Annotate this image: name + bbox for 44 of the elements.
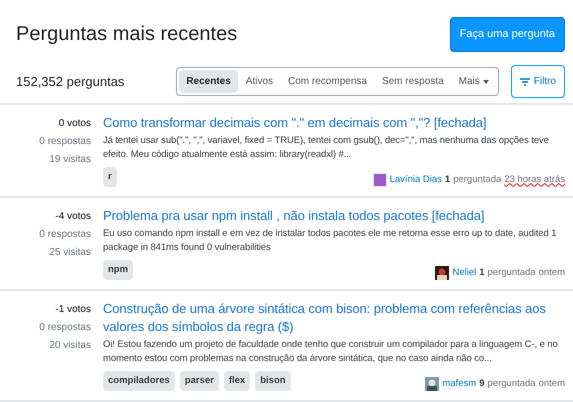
question-excerpt: Já tentei usar sub(".", ",", variavel, fixed = TRUE), tentei com gsub(), dec=",", mas nenhuma das opções teve efeito. Meu código atualmente está assim: library(readxl) #...: [103, 134, 550, 162]
reputation: 9: [479, 377, 485, 391]
timestamp[interactable]: ontem: [538, 377, 565, 392]
tag[interactable]: parser: [180, 371, 219, 392]
answer-count: 0 respostas: [39, 134, 91, 148]
answer-count: 0 respostas: [39, 321, 91, 335]
tag[interactable]: npm: [103, 260, 134, 280]
question-excerpt: Eu uso comando npm install e em vez de instalar todos pacotes ele me retorna esse erro up to date, audited 1 package in 841ms found 0 vulnerabilities: [103, 226, 558, 255]
reputation: 1: [444, 172, 450, 186]
vote-count: -1 votos: [55, 303, 91, 317]
filter-icon: [520, 78, 530, 86]
reputation: 1: [479, 266, 485, 280]
timestamp[interactable]: ontem: [538, 266, 565, 280]
tag[interactable]: r: [103, 166, 117, 187]
sort-tab[interactable]: Ativos: [238, 70, 280, 93]
user-name[interactable]: Lavínia Dias: [390, 172, 442, 187]
question-title[interactable]: Problema pra usar npm install , não instala todos pacotes [fechada]: [103, 206, 565, 225]
question-excerpt: Oi! Estou fazendo um projeto de faculdade onde tenho que construir um compilador para a linguagem C-, e no momento estou com problemas na construção da árvore sintática, que no caso ainda não co...: [103, 338, 559, 366]
caret-icon: [482, 80, 489, 84]
tag[interactable]: bison: [255, 371, 291, 392]
vote-count: -4 votos: [55, 210, 91, 224]
avatar-icon[interactable]: [372, 172, 387, 187]
answer-count: 0 respostas: [39, 228, 91, 242]
view-count: 19 visitas: [49, 152, 91, 166]
sort-tab[interactable]: Recentes: [179, 70, 238, 93]
view-count: 20 visitas: [49, 339, 91, 353]
user-name[interactable]: Neliel: [452, 266, 476, 280]
page-title: Perguntas mais recentes: [16, 22, 238, 48]
question-title[interactable]: Construção de uma árvore sintática com bison: problema com referências aos valores dos símbolos da regra ($): [103, 300, 565, 336]
action-label: perguntada: [488, 266, 536, 280]
sort-tab[interactable]: Mais: [452, 70, 496, 93]
filter-button[interactable]: Filtro: [510, 65, 565, 98]
sort-tab[interactable]: Com recompensa: [281, 70, 374, 93]
action-label: perguntada: [488, 377, 536, 391]
question-title[interactable]: Como transformar decimais com "." em decimais com ","? [fechada]: [103, 114, 565, 132]
timestamp[interactable]: 23 horas atrás: [504, 172, 565, 187]
question-count: 152,352 perguntas: [16, 72, 126, 91]
view-count: 25 visitas: [49, 246, 91, 260]
action-label: perguntada: [453, 172, 502, 186]
user-name[interactable]: mafesm: [442, 377, 476, 392]
tag[interactable]: flex: [224, 371, 250, 392]
tag[interactable]: compiladores: [103, 371, 175, 392]
vote-count: 0 votos: [58, 116, 91, 130]
sort-tab[interactable]: Sem resposta: [374, 70, 451, 93]
